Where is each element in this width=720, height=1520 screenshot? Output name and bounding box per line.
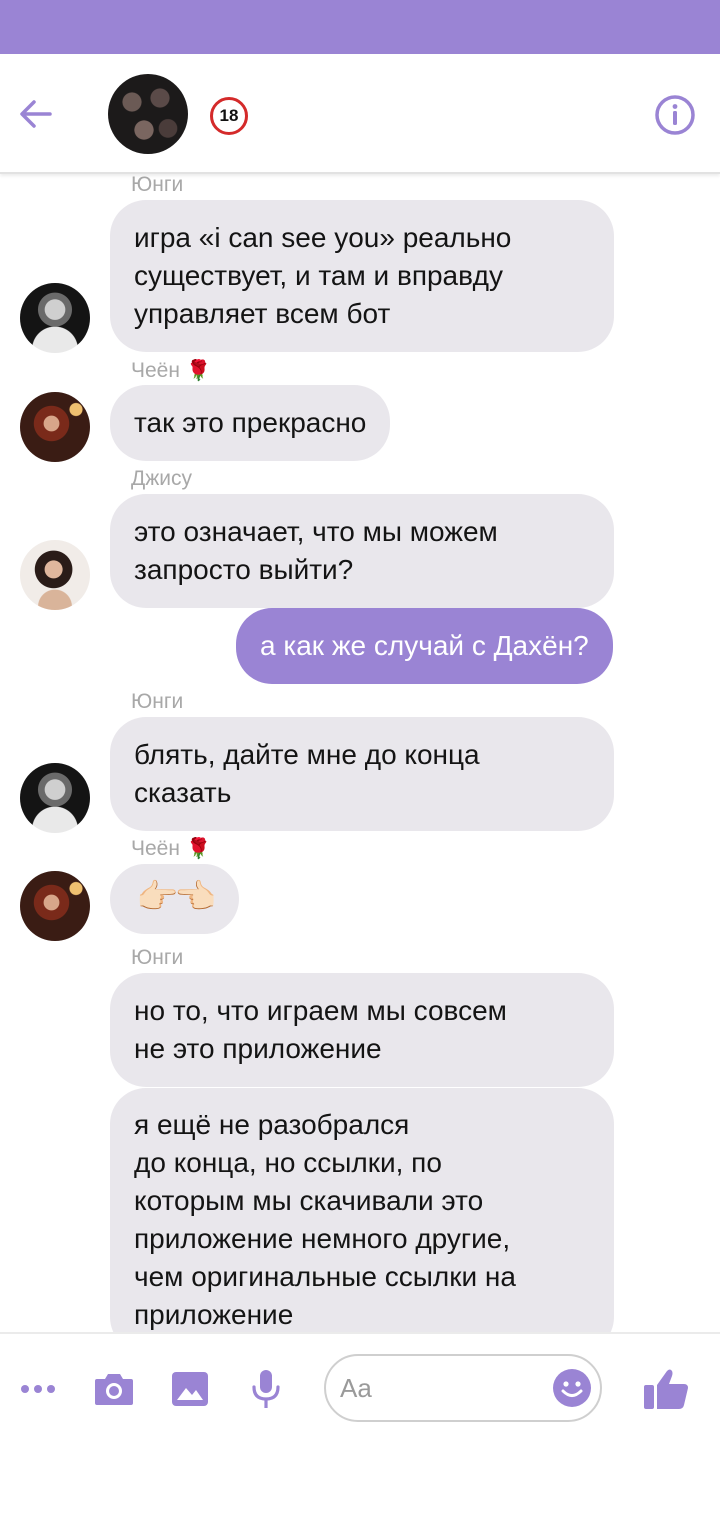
message-bubble[interactable]: игра «i can see you» реально существует,… <box>110 200 614 352</box>
message-input[interactable] <box>340 1368 540 1408</box>
message-line: а как же случай с Дахён? <box>260 630 589 661</box>
outgoing-message-bubble[interactable]: а как же случай с Дахён? <box>236 608 613 684</box>
pointing-fingers-emoji: 👉🏻👈🏻 <box>136 878 217 916</box>
message-line: приложение немного другие, <box>134 1223 511 1254</box>
group-avatar[interactable] <box>108 74 188 154</box>
message-line: сказать <box>134 777 232 808</box>
message-line: запросто выйти? <box>134 554 354 585</box>
avatar-chaeyoung[interactable] <box>20 392 90 462</box>
thumbs-up-icon <box>644 1369 688 1409</box>
back-button[interactable] <box>14 92 58 136</box>
info-icon <box>655 95 695 135</box>
sender-name: Чеён 🌹 <box>131 358 211 383</box>
message-bubble[interactable]: это означает, что мы можем запросто выйт… <box>110 494 614 608</box>
emoji-button[interactable] <box>552 1368 592 1408</box>
emoji-icon <box>553 1369 591 1407</box>
message-line: чем оригинальные ссылки на <box>134 1261 516 1292</box>
message-line: игра «i can see you» реально <box>134 222 512 253</box>
rose-icon: 🌹 <box>185 360 211 382</box>
avatar-yoongi[interactable] <box>20 763 90 833</box>
avatar-chaeyoung[interactable] <box>20 871 90 941</box>
sender-name-text: Чеён <box>131 359 180 382</box>
more-button[interactable] <box>18 1334 58 1444</box>
microphone-button[interactable] <box>246 1334 286 1444</box>
message-bubble[interactable]: но то, что играем мы совсем не это прило… <box>110 973 614 1087</box>
sender-name: Юнги <box>131 174 183 197</box>
sender-name: Юнги <box>131 946 183 970</box>
message-bubble[interactable]: так это прекрасно <box>110 385 391 461</box>
message-bubble[interactable]: 👉🏻👈🏻 <box>110 864 239 934</box>
age-badge-text: 18 <box>219 106 239 125</box>
microphone-icon <box>252 1370 280 1408</box>
info-button[interactable] <box>654 94 696 136</box>
sender-name: Чеён 🌹 <box>131 836 211 861</box>
avatar-yoongi[interactable] <box>20 283 90 353</box>
message-line: так это прекрасно <box>134 407 367 438</box>
like-button[interactable] <box>640 1334 692 1444</box>
sender-name-text: Юнги <box>131 946 184 969</box>
sender-name: Джису <box>131 467 192 491</box>
message-line: приложение <box>134 1299 294 1330</box>
sender-name-text: Юнги <box>131 690 184 713</box>
age-badge: 18 <box>210 97 248 135</box>
message-line: управляет всем бот <box>134 298 391 329</box>
message-line: но то, что играем мы совсем <box>134 995 507 1026</box>
status-bar <box>0 0 720 54</box>
composer-bar <box>0 1332 720 1520</box>
message-line: до конца, но ссылки, по <box>134 1147 442 1178</box>
avatar-jisoo[interactable] <box>20 540 90 610</box>
back-arrow-icon <box>20 100 52 128</box>
message-bubble[interactable]: блять, дайте мне до конца сказать <box>110 717 614 831</box>
message-list[interactable]: Юнги игра «i can see you» реально сущест… <box>0 174 720 1332</box>
image-icon <box>172 1372 208 1406</box>
chat-header: 18 <box>0 54 720 174</box>
message-line: которым мы скачивали это <box>134 1185 484 1216</box>
sender-name-text: Джису <box>131 467 193 490</box>
sender-name-text: Юнги <box>131 174 184 196</box>
sender-name-text: Чеён <box>131 837 180 860</box>
message-line: блять, дайте мне до конца <box>134 739 480 770</box>
rose-icon: 🌹 <box>185 838 211 860</box>
message-line: это означает, что мы можем <box>134 516 498 547</box>
message-line: не это приложение <box>134 1033 382 1064</box>
message-input-wrapper <box>324 1354 602 1422</box>
sender-name: Юнги <box>131 690 183 714</box>
gallery-button[interactable] <box>168 1334 212 1444</box>
message-line: существует, и там и вправду <box>134 260 504 291</box>
message-bubble[interactable]: я ещё не разобрался до конца, но ссылки,… <box>110 1088 614 1332</box>
camera-icon <box>95 1374 133 1405</box>
camera-button[interactable] <box>92 1334 136 1444</box>
message-line: я ещё не разобрался <box>134 1109 410 1140</box>
more-icon <box>21 1385 55 1393</box>
